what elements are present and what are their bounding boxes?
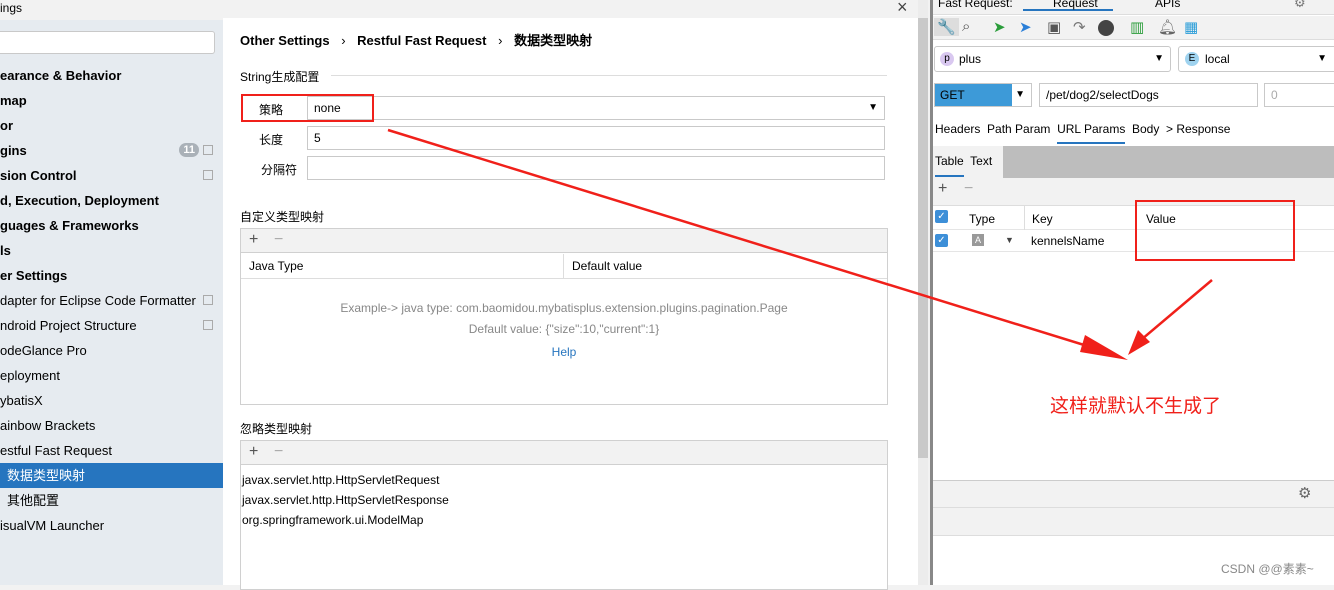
annotation-arrows: [387, 128, 1213, 360]
arrow-line: [387, 128, 1111, 355]
arrow-line: [1134, 279, 1213, 346]
arrow-head: [1080, 335, 1128, 360]
annotation-text: 这样就默认不生成了: [1050, 396, 1222, 417]
